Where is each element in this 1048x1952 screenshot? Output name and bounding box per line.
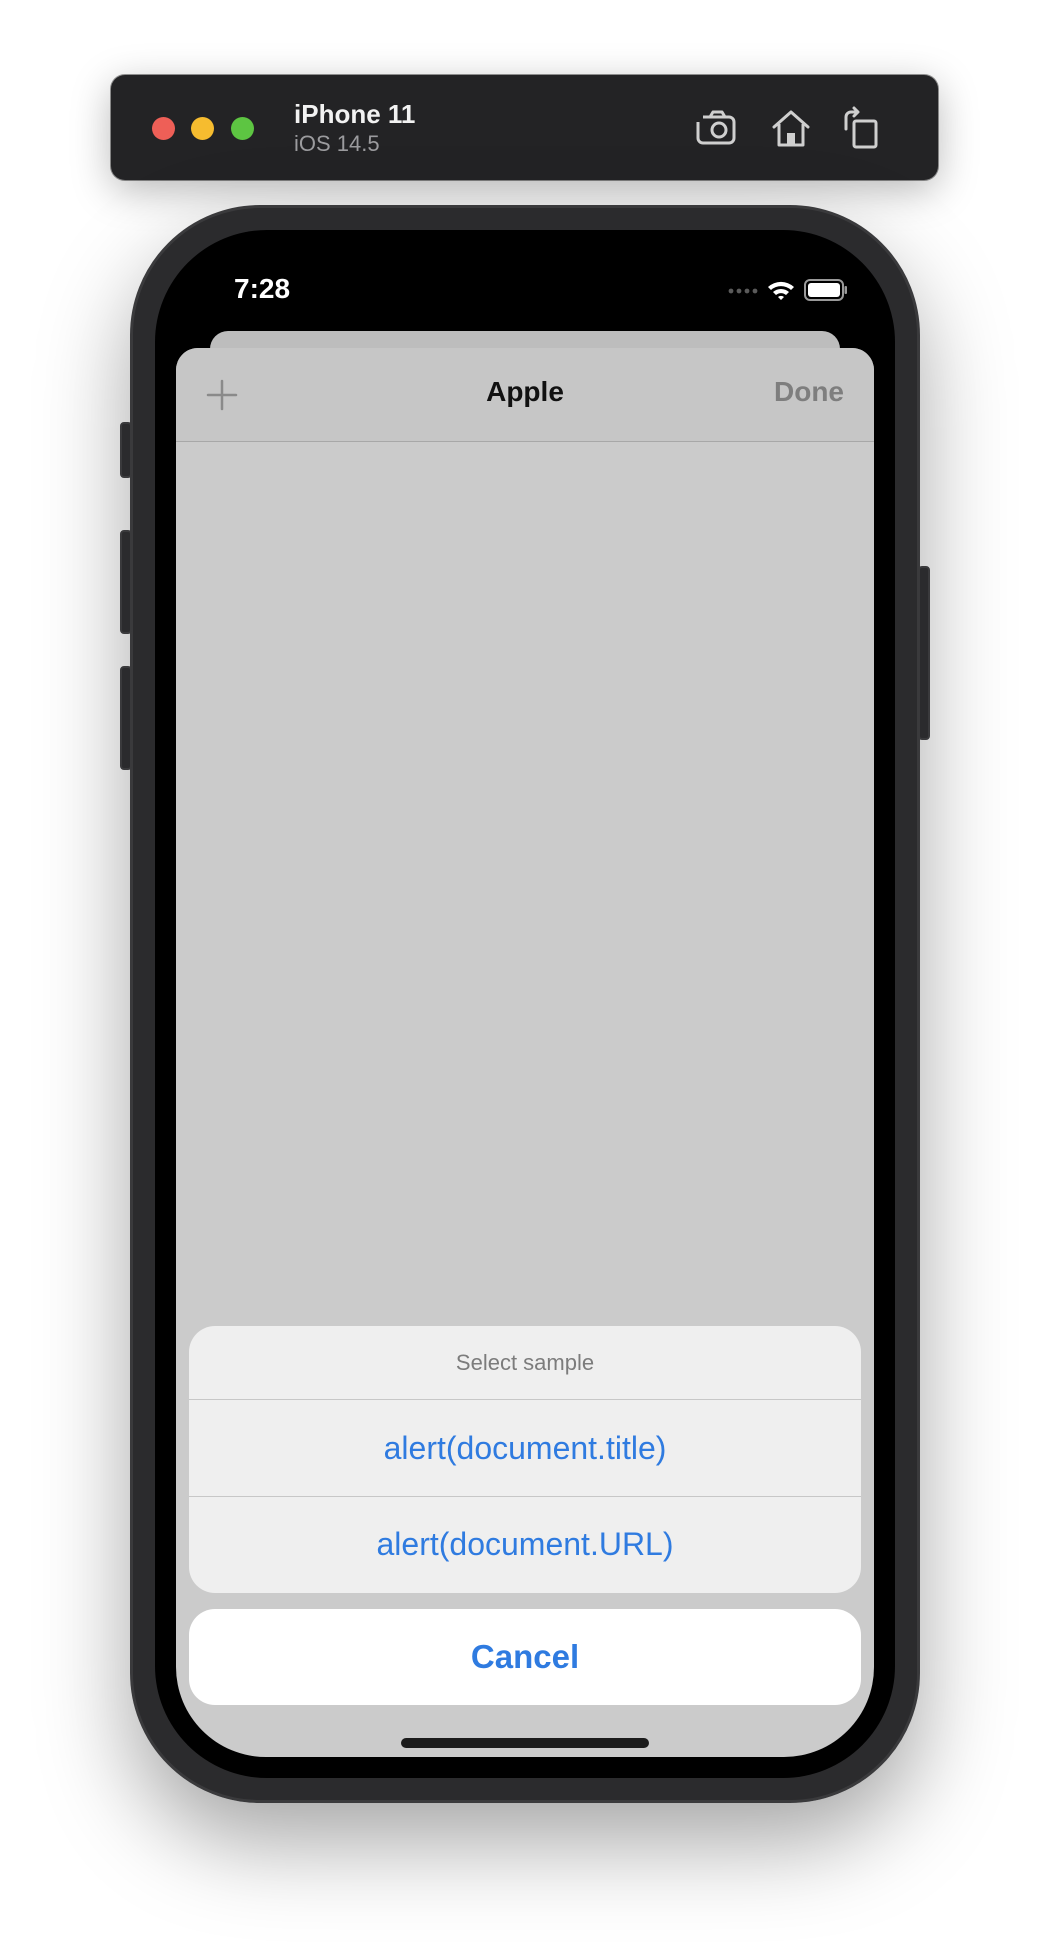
- action-sheet: Select sample alert(document.title) aler…: [189, 1326, 861, 1593]
- device-name: iPhone 11: [294, 99, 416, 129]
- power-button[interactable]: [918, 566, 930, 740]
- mute-switch[interactable]: [120, 422, 132, 478]
- rotate-icon: [844, 106, 878, 149]
- simulator-toolbar: iPhone 11 iOS 14.5: [111, 75, 938, 180]
- home-icon: [772, 110, 810, 147]
- close-window-button[interactable]: [152, 117, 175, 140]
- status-icons: [728, 277, 848, 303]
- rotate-button[interactable]: [838, 105, 886, 153]
- volume-up-button[interactable]: [120, 530, 132, 634]
- device-screen: 7:28 Apple Done Select sample alert(docu…: [176, 251, 874, 1757]
- action-sheet-title: Select sample: [189, 1326, 861, 1400]
- cancel-button[interactable]: Cancel: [189, 1609, 861, 1705]
- screenshot-button[interactable]: [692, 105, 740, 153]
- home-button[interactable]: [767, 105, 815, 153]
- home-indicator[interactable]: [401, 1738, 649, 1748]
- wifi-icon: [768, 281, 794, 300]
- os-version: iOS 14.5: [294, 131, 380, 156]
- status-time: 7:28: [234, 273, 291, 304]
- volume-down-button[interactable]: [120, 666, 132, 770]
- done-button[interactable]: Done: [774, 376, 844, 408]
- page-title: Apple: [486, 376, 564, 407]
- navigation-bar: Apple Done: [176, 348, 874, 442]
- battery-icon: [804, 279, 847, 301]
- cellular-icon: [728, 288, 758, 294]
- action-option-document-url[interactable]: alert(document.URL): [189, 1496, 861, 1592]
- action-option-document-title[interactable]: alert(document.title): [189, 1400, 861, 1496]
- zoom-window-button[interactable]: [231, 117, 254, 140]
- screenshot-camera-icon: [695, 110, 736, 145]
- minimize-window-button[interactable]: [191, 117, 214, 140]
